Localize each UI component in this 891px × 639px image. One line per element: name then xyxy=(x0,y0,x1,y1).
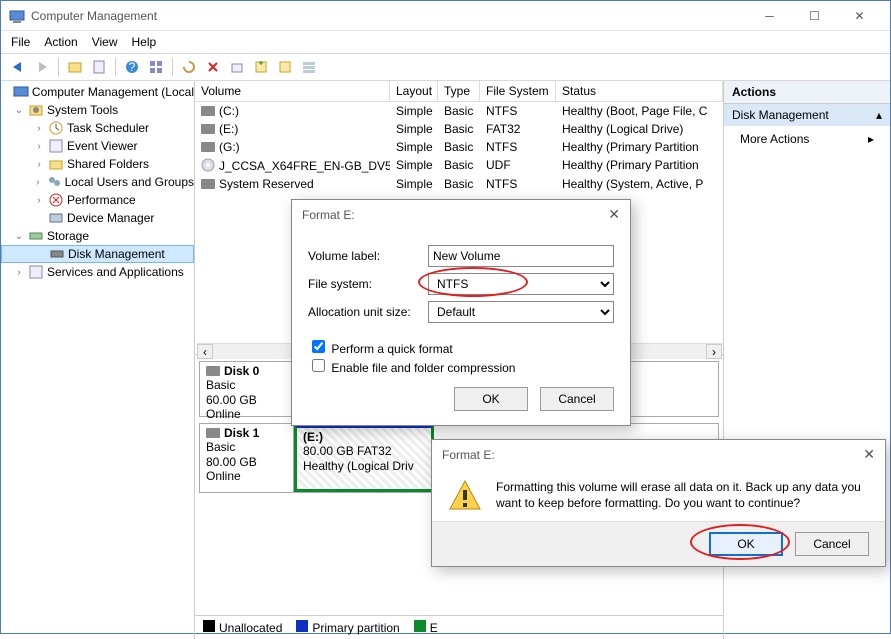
menu-help[interactable]: Help xyxy=(132,35,157,49)
drive-icon xyxy=(201,142,215,152)
tree-storage[interactable]: ⌄Storage xyxy=(1,227,194,245)
col-layout[interactable]: Layout xyxy=(390,81,438,101)
disk-label: Disk 0 Basic60.00 GBOnline xyxy=(200,362,294,416)
close-icon[interactable]: ✕ xyxy=(863,446,875,463)
collapse-icon: ▴ xyxy=(876,108,882,122)
navigation-tree: Computer Management (Local ⌄System Tools… xyxy=(1,81,195,639)
disk-label: Disk 1 Basic80.00 GBOnline xyxy=(200,424,294,492)
col-type[interactable]: Type xyxy=(438,81,480,101)
actions-section[interactable]: Disk Management▴ xyxy=(724,104,890,126)
file-system-label: File system: xyxy=(308,277,428,291)
partition[interactable]: (E:) 80.00 GB FAT32 Healthy (Logical Dri… xyxy=(294,424,434,492)
format-dialog-title: Format E: xyxy=(302,208,355,222)
allocation-unit-label: Allocation unit size: xyxy=(308,305,428,319)
volume-header: Volume Layout Type File System Status xyxy=(195,81,723,102)
tree-local-users[interactable]: ›Local Users and Groups xyxy=(1,173,194,191)
drive-icon xyxy=(201,179,215,189)
tree-system-tools[interactable]: ⌄System Tools xyxy=(1,101,194,119)
volume-label-input[interactable] xyxy=(428,245,614,267)
confirm-ok-button[interactable]: OK xyxy=(709,532,783,556)
disk-icon xyxy=(206,366,220,376)
tree-task-scheduler[interactable]: ›Task Scheduler xyxy=(1,119,194,137)
drive-icon xyxy=(201,106,215,116)
tree-shared-folders[interactable]: ›Shared Folders xyxy=(1,155,194,173)
format-dialog: Format E: ✕ Volume label: File system:NT… xyxy=(291,199,631,426)
tree-performance[interactable]: ›Performance xyxy=(1,191,194,209)
format-cancel-button[interactable]: Cancel xyxy=(540,387,614,411)
menu-view[interactable]: View xyxy=(92,35,118,49)
help-button[interactable]: ? xyxy=(121,57,143,77)
volume-row[interactable]: J_CCSA_X64FRE_EN-GB_DV5 (D:)SimpleBasicU… xyxy=(195,156,723,175)
confirm-dialog-titlebar: Format E: ✕ xyxy=(432,440,885,469)
tree-device-manager[interactable]: Device Manager xyxy=(1,209,194,227)
up-button[interactable] xyxy=(64,57,86,77)
volume-row[interactable]: System ReservedSimpleBasicNTFSHealthy (S… xyxy=(195,175,723,193)
volume-row[interactable]: (C:)SimpleBasicNTFSHealthy (Boot, Page F… xyxy=(195,102,723,120)
confirm-cancel-button[interactable]: Cancel xyxy=(795,532,869,556)
file-system-select[interactable]: NTFS xyxy=(428,273,614,295)
volume-row[interactable]: (E:)SimpleBasicFAT32Healthy (Logical Dri… xyxy=(195,120,723,138)
legend-unallocated: Unallocated xyxy=(203,620,282,635)
close-button[interactable]: ✕ xyxy=(837,2,882,30)
window-title: Computer Management xyxy=(31,9,747,23)
properties-button[interactable] xyxy=(88,57,110,77)
delete-button[interactable] xyxy=(202,57,224,77)
tree-root[interactable]: Computer Management (Local xyxy=(1,83,194,101)
allocation-unit-select[interactable]: Default xyxy=(428,301,614,323)
tree-services[interactable]: ›Services and Applications xyxy=(1,263,194,281)
compression-checkbox[interactable]: Enable file and folder compression xyxy=(308,361,515,375)
col-volume[interactable]: Volume xyxy=(195,81,390,101)
col-status[interactable]: Status xyxy=(556,81,723,101)
confirm-dialog-title: Format E: xyxy=(442,448,495,462)
svg-text:?: ? xyxy=(129,60,136,74)
close-icon[interactable]: ✕ xyxy=(608,206,620,223)
quick-format-checkbox[interactable]: Perform a quick format xyxy=(308,342,453,356)
col-filesystem[interactable]: File System xyxy=(480,81,556,101)
views-button[interactable] xyxy=(145,57,167,77)
minimize-button[interactable]: ─ xyxy=(747,2,792,30)
volume-label-label: Volume label: xyxy=(308,249,428,263)
volume-row[interactable]: (G:)SimpleBasicNTFSHealthy (Primary Part… xyxy=(195,138,723,156)
back-button[interactable] xyxy=(7,57,29,77)
app-icon xyxy=(9,8,25,24)
refresh-button[interactable] xyxy=(178,57,200,77)
maximize-button[interactable]: ☐ xyxy=(792,2,837,30)
chevron-right-icon: ▸ xyxy=(868,132,874,146)
confirm-dialog: Format E: ✕ Formatting this volume will … xyxy=(431,439,886,567)
drive-icon xyxy=(201,124,215,134)
legend-primary: Primary partition xyxy=(296,620,399,635)
format-dialog-titlebar: Format E: ✕ xyxy=(292,200,630,229)
forward-button[interactable] xyxy=(31,57,53,77)
tree-disk-management[interactable]: Disk Management xyxy=(1,245,194,263)
toolbar: ? xyxy=(1,54,890,81)
menu-action[interactable]: Action xyxy=(44,35,77,49)
legend-extended: E xyxy=(414,620,438,635)
action-button[interactable] xyxy=(226,57,248,77)
new-button[interactable] xyxy=(250,57,272,77)
actions-more[interactable]: More Actions▸ xyxy=(724,126,890,152)
list-button[interactable] xyxy=(298,57,320,77)
disk-icon xyxy=(206,428,220,438)
title-bar: Computer Management ─ ☐ ✕ xyxy=(1,1,890,31)
menu-bar: File Action View Help xyxy=(1,31,890,54)
format-ok-button[interactable]: OK xyxy=(454,387,528,411)
menu-file[interactable]: File xyxy=(11,35,30,49)
disc-icon xyxy=(201,158,215,172)
options-button[interactable] xyxy=(274,57,296,77)
confirm-message: Formatting this volume will erase all da… xyxy=(496,479,869,513)
warning-icon xyxy=(448,479,482,513)
legend: Unallocated Primary partition E xyxy=(195,615,723,639)
tree-event-viewer[interactable]: ›Event Viewer xyxy=(1,137,194,155)
actions-header: Actions xyxy=(724,81,890,104)
